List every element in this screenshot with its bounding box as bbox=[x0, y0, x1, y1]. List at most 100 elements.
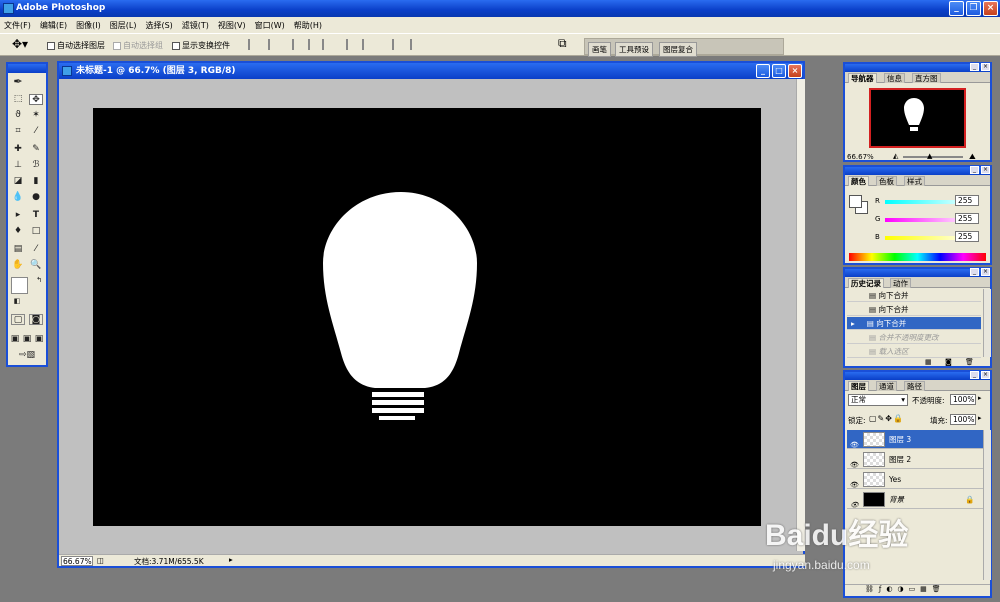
close-button[interactable]: × bbox=[983, 1, 998, 16]
auto-select-layer-checkbox[interactable] bbox=[47, 41, 55, 50]
clone-stamp-tool-icon[interactable]: ⊥ bbox=[11, 160, 25, 171]
navigator-zoom-value[interactable]: 66.67% bbox=[847, 153, 874, 161]
history-item[interactable]: ▤ 载入选区 bbox=[847, 345, 981, 358]
type-tool-icon[interactable]: T bbox=[29, 210, 43, 221]
jump-to-imageready-icon[interactable]: ⇨▧ bbox=[11, 350, 43, 361]
panel-minimize-icon[interactable]: _ bbox=[970, 63, 979, 71]
marquee-tool-icon[interactable]: ⬚ bbox=[11, 94, 25, 105]
zoom-tool-icon[interactable]: 🔍 bbox=[29, 260, 43, 271]
panel-close-icon[interactable]: × bbox=[981, 268, 990, 276]
image-canvas[interactable] bbox=[93, 108, 761, 526]
notes-tool-icon[interactable]: ▤ bbox=[11, 244, 25, 255]
zoom-in-icon[interactable]: ⛰ bbox=[969, 152, 976, 162]
opacity-arrow-icon[interactable]: ▸ bbox=[978, 394, 982, 402]
menu-layer[interactable]: 图层(L) bbox=[110, 20, 137, 31]
history-brush-tool-icon[interactable]: ℬ bbox=[29, 160, 43, 171]
panel-close-icon[interactable]: × bbox=[981, 63, 990, 71]
dodge-tool-icon[interactable]: ● bbox=[29, 192, 43, 203]
status-arrow-icon[interactable]: ▸ bbox=[229, 555, 233, 564]
feather-logo-icon[interactable]: ✒ bbox=[11, 76, 25, 87]
hand-tool-icon[interactable]: ✋ bbox=[11, 260, 25, 271]
eyedropper-tool-icon[interactable]: ⁄ bbox=[29, 244, 43, 255]
doc-close-button[interactable]: × bbox=[788, 64, 802, 78]
zoom-field[interactable]: 66.67% bbox=[61, 556, 93, 566]
tab-swatches[interactable]: 色板 bbox=[876, 176, 897, 186]
distribute-top-icon[interactable] bbox=[346, 39, 356, 50]
screen-mode-standard-icon[interactable]: ▣ bbox=[9, 334, 21, 345]
gradient-tool-icon[interactable]: ▮ bbox=[29, 176, 43, 187]
move-tool-icon[interactable]: ✥ bbox=[29, 94, 43, 105]
panel-minimize-icon[interactable]: _ bbox=[970, 371, 979, 379]
path-selection-tool-icon[interactable]: ▸ bbox=[11, 210, 25, 221]
doc-maximize-button[interactable]: □ bbox=[772, 64, 786, 78]
auto-select-layer-option[interactable]: 自动选择图层 bbox=[47, 40, 105, 51]
screen-mode-full-menu-icon[interactable]: ▣ bbox=[21, 334, 33, 345]
blend-mode-select[interactable]: 正常 ▾ bbox=[848, 394, 908, 406]
align-bottom-icon[interactable] bbox=[292, 39, 302, 50]
distribute-right-icon[interactable] bbox=[410, 39, 420, 50]
tab-channels[interactable]: 通道 bbox=[876, 381, 897, 391]
doc-minimize-button[interactable]: _ bbox=[756, 64, 770, 78]
layer-row[interactable]: 👁 图层 2 bbox=[847, 450, 983, 469]
menu-select[interactable]: 选择(S) bbox=[145, 20, 172, 31]
menu-filter[interactable]: 滤镜(T) bbox=[182, 20, 209, 31]
layers-footer-icons[interactable]: ⛓ƒ◐◑▭▦🗑 bbox=[845, 584, 990, 596]
standard-mode-icon[interactable]: ▢ bbox=[11, 314, 25, 325]
delete-state-icon[interactable]: 🗑 bbox=[965, 358, 974, 366]
status-menu-icon[interactable]: ◫ bbox=[97, 556, 104, 565]
swap-colors-icon[interactable]: ↰ bbox=[32, 275, 46, 286]
distribute-left-icon[interactable] bbox=[392, 39, 402, 50]
move-tool-preset-icon[interactable]: ✥▾ bbox=[12, 37, 28, 51]
align-hcenter-icon[interactable] bbox=[322, 39, 332, 50]
eraser-tool-icon[interactable]: ◪ bbox=[11, 176, 25, 187]
tab-styles[interactable]: 样式 bbox=[904, 176, 925, 186]
screen-mode-full-icon[interactable]: ▣ bbox=[33, 334, 45, 345]
history-item[interactable]: ▤ 向下合并 bbox=[847, 303, 981, 316]
history-scrollbar[interactable] bbox=[983, 289, 991, 357]
show-transform-option[interactable]: 显示变换控件 bbox=[172, 40, 230, 51]
zoom-out-icon[interactable]: ◭ bbox=[893, 152, 898, 160]
menu-help[interactable]: 帮助(H) bbox=[294, 20, 322, 31]
minimize-button[interactable]: _ bbox=[949, 1, 964, 16]
channel-b-value[interactable]: 255 bbox=[955, 231, 979, 242]
history-item[interactable]: ▤ 合并不透明度更改 bbox=[847, 331, 981, 344]
show-transform-checkbox[interactable] bbox=[172, 41, 180, 50]
lock-options-icons[interactable]: ▢✎✥🔒 bbox=[869, 414, 904, 423]
color-foreground-swatch[interactable] bbox=[849, 195, 862, 208]
menu-image[interactable]: 图像(I) bbox=[76, 20, 101, 31]
pen-tool-icon[interactable]: ♦ bbox=[11, 226, 25, 237]
menu-view[interactable]: 视图(V) bbox=[218, 20, 246, 31]
panel-minimize-icon[interactable]: _ bbox=[970, 166, 979, 174]
lasso-tool-icon[interactable]: ϑ bbox=[11, 110, 25, 121]
shape-tool-icon[interactable]: □ bbox=[29, 226, 43, 237]
panel-close-icon[interactable]: × bbox=[981, 166, 990, 174]
well-tab-layer-comps[interactable]: 图层复合 bbox=[659, 42, 697, 57]
well-tab-tool-presets[interactable]: 工具预设 bbox=[615, 42, 653, 57]
brush-tool-icon[interactable]: ✎ bbox=[29, 144, 43, 155]
well-tab-brushes[interactable]: 画笔 bbox=[588, 42, 611, 57]
fill-arrow-icon[interactable]: ▸ bbox=[978, 414, 982, 422]
vertical-scrollbar[interactable] bbox=[796, 79, 805, 551]
new-document-from-state-icon[interactable]: ▦ bbox=[925, 358, 932, 366]
menu-edit[interactable]: 编辑(E) bbox=[40, 20, 67, 31]
magic-wand-tool-icon[interactable]: ✶ bbox=[29, 110, 43, 121]
healing-brush-tool-icon[interactable]: ✚ bbox=[11, 144, 25, 155]
menu-window[interactable]: 窗口(W) bbox=[255, 20, 285, 31]
zoom-slider-thumb-icon[interactable]: ▲ bbox=[927, 152, 932, 160]
tab-history[interactable]: 历史记录 bbox=[848, 278, 884, 288]
blur-tool-icon[interactable]: 💧 bbox=[11, 192, 25, 203]
fill-value[interactable]: 100% bbox=[950, 414, 976, 425]
align-top-icon[interactable] bbox=[248, 39, 258, 50]
navigator-thumbnail[interactable] bbox=[869, 88, 966, 148]
layers-scrollbar[interactable] bbox=[983, 430, 991, 580]
layer-row-selected[interactable]: 👁 图层 3 bbox=[847, 430, 983, 449]
history-item-selected[interactable]: ▸ ▤ 向下合并 bbox=[847, 317, 981, 330]
tab-layers[interactable]: 图层 bbox=[848, 381, 869, 391]
file-browser-icon[interactable]: ⧉ bbox=[558, 36, 567, 51]
tab-histogram[interactable]: 直方图 bbox=[912, 73, 941, 83]
layer-row-background[interactable]: 👁 背景 🔒 bbox=[847, 490, 983, 509]
default-colors-icon[interactable]: ◧ bbox=[10, 296, 24, 307]
quick-mask-mode-icon[interactable]: ◙ bbox=[29, 314, 43, 325]
restore-button[interactable]: ❐ bbox=[966, 1, 981, 16]
menu-file[interactable]: 文件(F) bbox=[4, 20, 31, 31]
